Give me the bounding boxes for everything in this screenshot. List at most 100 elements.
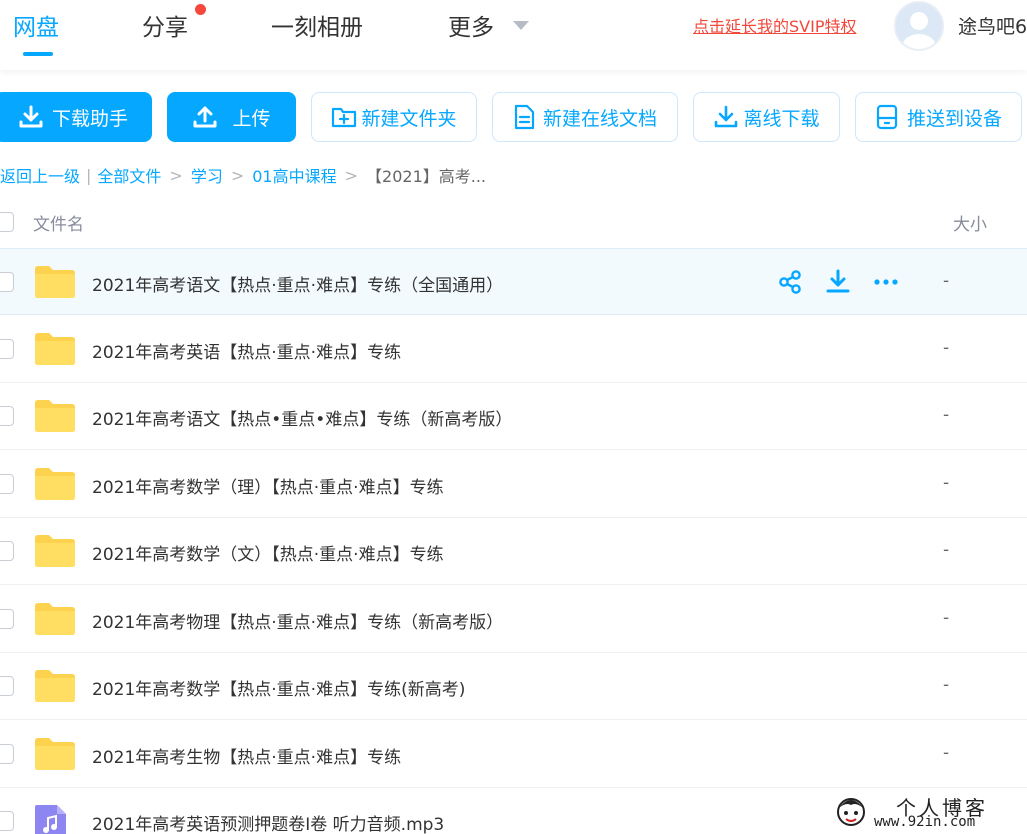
- watermark: 个人博客 www.92in.com: [830, 790, 1027, 834]
- column-header-name[interactable]: 文件名: [33, 210, 84, 235]
- new-online-doc-button[interactable]: 新建在线文档: [492, 92, 678, 142]
- file-size: -: [943, 742, 950, 763]
- row-checkbox[interactable]: [0, 608, 14, 629]
- file-size: -: [943, 472, 950, 493]
- file-size: -: [943, 675, 950, 695]
- table-row[interactable]: 2021年高考数学【热点·重点·难点】专练(新高考) -: [0, 653, 1027, 720]
- table-row[interactable]: 2021年高考语文【热点•重点•难点】专练（新高考版） -: [0, 383, 1027, 450]
- folder-icon: [35, 332, 75, 365]
- tab-more[interactable]: 更多: [448, 8, 494, 42]
- download-helper-label: 下载助手: [51, 107, 128, 130]
- breadcrumb-highschool[interactable]: 01高中课程: [252, 163, 336, 187]
- user-avatar-icon: [896, 3, 942, 49]
- svip-extend-link[interactable]: 点击延长我的SVIP特权: [693, 13, 856, 37]
- row-checkbox[interactable]: [0, 811, 14, 831]
- breadcrumb-all-files[interactable]: 全部文件: [97, 163, 161, 187]
- push-to-device-button[interactable]: 推送到设备: [855, 92, 1022, 142]
- upload-button[interactable]: 上传: [167, 92, 296, 142]
- file-name[interactable]: 2021年高考数学（文）【热点·重点·难点】专练: [92, 540, 444, 565]
- folder-icon: [35, 737, 75, 770]
- upload-label: 上传: [232, 107, 271, 130]
- breadcrumb-separator: >: [169, 165, 183, 185]
- folder-icon: [35, 400, 75, 432]
- file-icon: [34, 467, 76, 505]
- row-checkbox[interactable]: [0, 676, 14, 696]
- breadcrumb-separator: >: [344, 165, 359, 185]
- download-icon: [715, 105, 738, 128]
- tab-moment-album[interactable]: 一刻相册: [271, 8, 363, 42]
- file-icon: [34, 804, 68, 834]
- row-actions: [776, 268, 900, 296]
- file-size: -: [943, 405, 950, 425]
- file-icon: [34, 399, 76, 437]
- breadcrumb-divider: |: [86, 165, 92, 185]
- file-name[interactable]: 2021年高考语文【热点•重点•难点】专练（新高考版）: [92, 405, 512, 430]
- row-checkbox[interactable]: [0, 541, 14, 561]
- file-name[interactable]: 2021年高考英语【热点·重点·难点】专练: [92, 338, 401, 363]
- download-icon[interactable]: [824, 268, 852, 296]
- file-icon: [34, 332, 76, 370]
- table-row[interactable]: 2021年高考物理【热点·重点·难点】专练（新高考版） -: [0, 586, 1027, 653]
- file-icon: [34, 737, 76, 775]
- row-checkbox[interactable]: [0, 406, 14, 426]
- breadcrumb-back[interactable]: 返回上一级: [0, 163, 80, 187]
- new-online-doc-label: 新建在线文档: [542, 107, 657, 130]
- folder-icon: [35, 467, 75, 500]
- table-row[interactable]: 2021年高考数学（理）【热点·重点·难点】专练 -: [0, 451, 1027, 518]
- new-folder-button[interactable]: 新建文件夹: [311, 92, 477, 142]
- notification-dot: [195, 4, 206, 15]
- file-icon: [34, 265, 76, 303]
- table-row[interactable]: 2021年高考数学（文）【热点·重点·难点】专练 -: [0, 518, 1027, 585]
- file-size: -: [943, 540, 950, 560]
- column-header-size[interactable]: 大小: [953, 210, 987, 235]
- folder-icon: [35, 670, 75, 702]
- row-checkbox[interactable]: [0, 272, 14, 292]
- cartoon-face-icon: [837, 798, 865, 826]
- file-icon: [34, 669, 76, 707]
- row-checkbox[interactable]: [0, 473, 14, 494]
- device-icon: [876, 104, 898, 130]
- audio-file-icon: [35, 805, 66, 834]
- table-row[interactable]: 2021年高考生物【热点·重点·难点】专练 -: [0, 721, 1027, 788]
- file-name[interactable]: 2021年高考生物【热点·重点·难点】专练: [92, 743, 401, 768]
- file-size: -: [943, 271, 950, 291]
- table-row[interactable]: 2021年高考语文【热点·重点·难点】专练（全国通用） -: [0, 248, 1027, 315]
- folder-icon: [35, 602, 75, 635]
- folder-add-icon: [332, 107, 357, 128]
- top-navigation: 网盘 分享 一刻相册 更多 点击延长我的SVIP特权 途鸟吧6: [0, 0, 1027, 70]
- download-helper-button[interactable]: 下载助手: [0, 92, 152, 142]
- chevron-down-icon[interactable]: [513, 21, 529, 30]
- document-icon: [514, 104, 535, 130]
- breadcrumb-current: 【2021】高考...: [366, 167, 487, 186]
- tab-share[interactable]: 分享: [142, 8, 188, 42]
- row-checkbox[interactable]: [0, 743, 14, 764]
- file-name[interactable]: 2021年高考英语预测押题卷I卷 听力音频.mp3: [92, 810, 444, 834]
- file-icon: [34, 534, 76, 572]
- breadcrumb-study[interactable]: 学习: [191, 163, 223, 187]
- select-all-checkbox[interactable]: [0, 212, 14, 232]
- upload-icon: [193, 106, 217, 128]
- file-name[interactable]: 2021年高考数学（理）【热点·重点·难点】专练: [92, 473, 444, 498]
- username[interactable]: 途鸟吧6: [958, 12, 1027, 39]
- download-icon: [19, 105, 43, 128]
- file-name[interactable]: 2021年高考语文【热点·重点·难点】专练（全国通用）: [92, 271, 503, 296]
- active-tab-indicator: [23, 52, 53, 56]
- table-row[interactable]: 2021年高考英语【热点·重点·难点】专练 -: [0, 316, 1027, 383]
- file-size: -: [943, 607, 950, 628]
- file-name[interactable]: 2021年高考物理【热点·重点·难点】专练（新高考版）: [92, 608, 503, 633]
- share-icon[interactable]: [776, 268, 804, 296]
- watermark-url: www.92in.com: [874, 814, 976, 830]
- tab-netdisk[interactable]: 网盘: [13, 8, 59, 42]
- avatar[interactable]: [894, 1, 944, 51]
- offline-download-button[interactable]: 离线下载: [693, 92, 840, 142]
- more-options-icon[interactable]: [872, 268, 900, 296]
- breadcrumb: 返回上一级 | 全部文件 > 学习 > 01高中课程 > 【2021】高考...: [0, 163, 486, 187]
- push-to-device-label: 推送到设备: [906, 107, 1002, 130]
- offline-download-label: 离线下载: [743, 107, 820, 130]
- table-header: 文件名 大小: [0, 200, 1027, 246]
- folder-icon: [35, 266, 75, 298]
- file-icon: [34, 602, 76, 640]
- file-name[interactable]: 2021年高考数学【热点·重点·难点】专练(新高考): [92, 675, 465, 700]
- breadcrumb-separator: >: [230, 165, 245, 185]
- row-checkbox[interactable]: [0, 338, 14, 359]
